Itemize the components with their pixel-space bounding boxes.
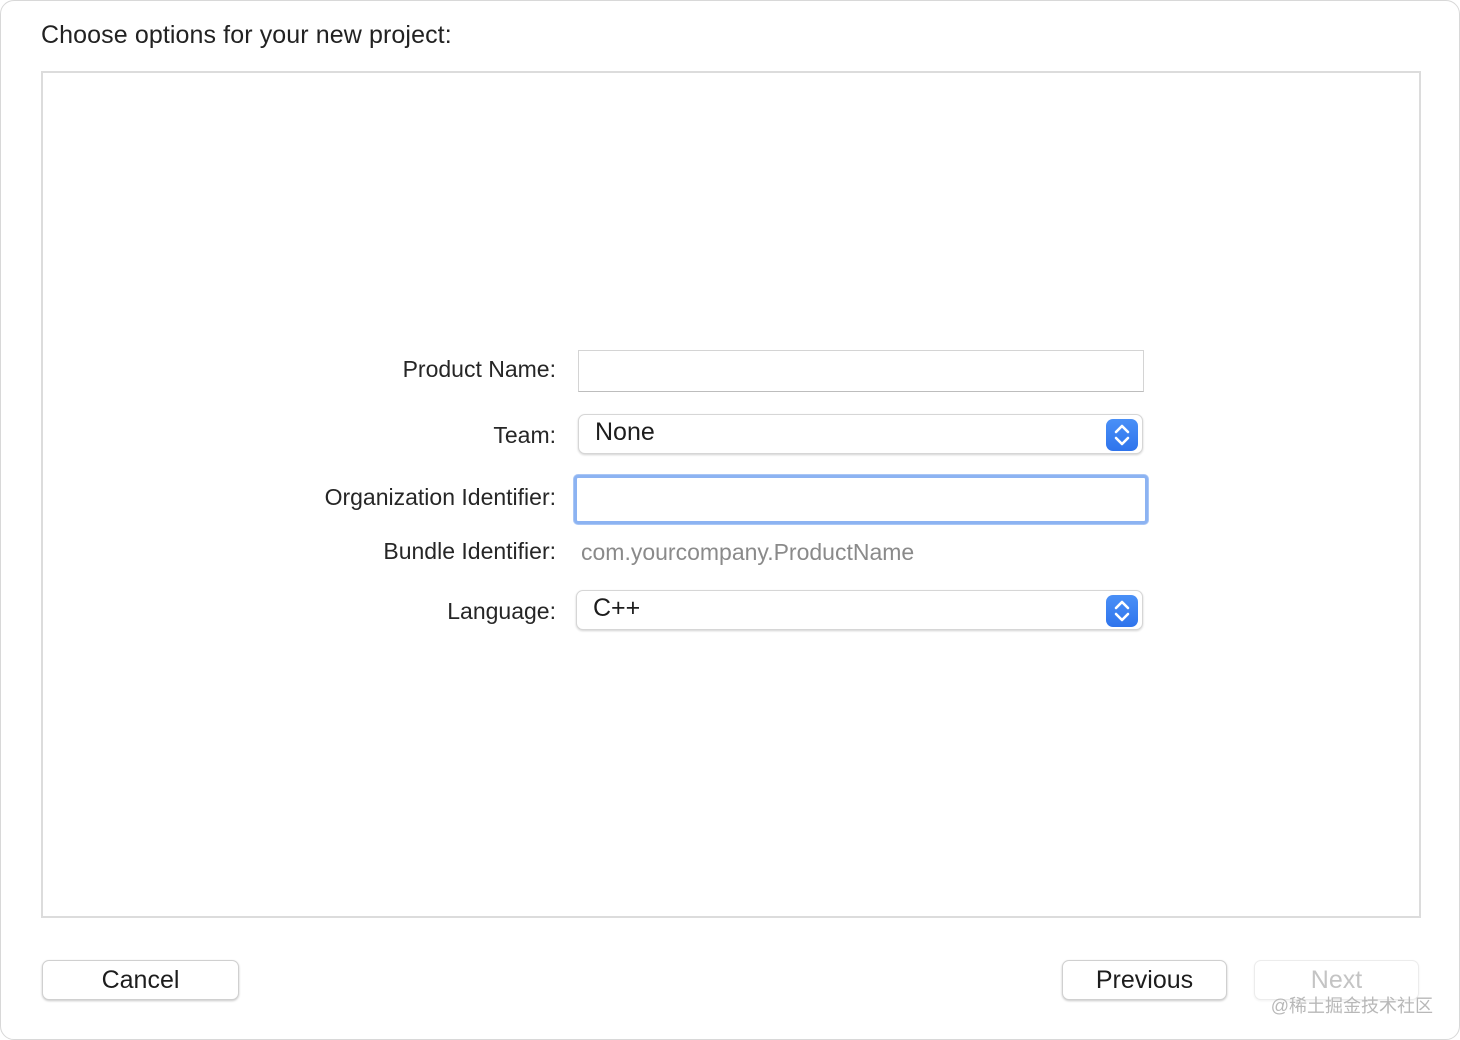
watermark-text: @稀土掘金技术社区 — [1270, 996, 1433, 1016]
organization-identifier-field-container — [574, 475, 1148, 524]
bundle-identifier-label: Bundle Identifier: — [383, 538, 556, 564]
language-label: Language: — [447, 598, 556, 624]
organization-identifier-label: Organization Identifier: — [324, 484, 556, 510]
product-name-input[interactable] — [579, 351, 1143, 391]
bundle-identifier-value: com.yourcompany.ProductName — [581, 539, 915, 565]
product-name-label: Product Name: — [402, 356, 556, 382]
organization-identifier-input[interactable] — [577, 478, 1145, 521]
cancel-button[interactable]: Cancel — [42, 960, 239, 1000]
language-selected-value: C++ — [593, 594, 641, 622]
team-label: Team: — [493, 422, 556, 448]
chevron-up-down-icon — [1106, 595, 1138, 627]
team-selected-value: None — [595, 418, 655, 446]
previous-button[interactable]: Previous — [1062, 960, 1227, 1000]
chevron-up-down-icon — [1106, 419, 1138, 451]
product-name-field-container — [578, 350, 1144, 392]
team-popup-button[interactable]: None — [578, 414, 1143, 454]
language-popup-button[interactable]: C++ — [576, 590, 1143, 630]
new-project-dialog: Choose options for your new project: Pro… — [0, 0, 1460, 1040]
page-title: Choose options for your new project: — [41, 21, 452, 49]
